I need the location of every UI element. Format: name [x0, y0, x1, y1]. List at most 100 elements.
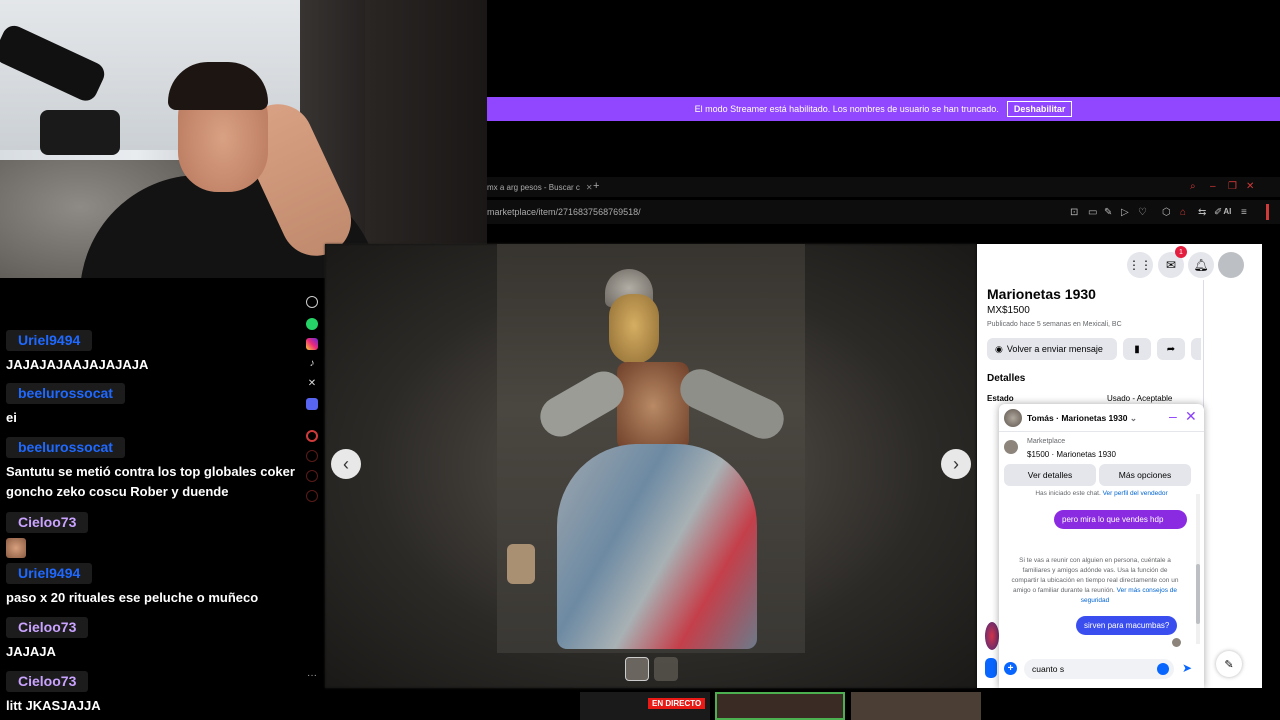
play-icon[interactable]: ▷ [1121, 207, 1129, 218]
chat-username[interactable]: Uriel9494 [6, 330, 93, 351]
chat-message: Cieloo73 JAJAJA [6, 617, 298, 662]
chat-text: JAJAJA [6, 644, 56, 659]
apps-grid-icon[interactable]: ⋮⋮ [1127, 252, 1153, 278]
chat-message: beelurossocat Santutu se metió contra lo… [6, 437, 298, 502]
heart-icon[interactable]: ♡ [1138, 207, 1147, 218]
chat-title[interactable]: Tomás · Marionetas 1930 ⌄ [1027, 413, 1137, 424]
resend-message-button[interactable]: ◉ Volver a enviar mensaje [987, 338, 1117, 360]
seller-profile-link[interactable]: Ver perfil del vendedor [1103, 490, 1168, 497]
save-button[interactable]: ▮ [1123, 338, 1151, 360]
sent-message-bubble: sirven para macumbas? [1076, 616, 1178, 635]
chat-message: Cieloo73 [6, 512, 298, 558]
chevron-right-icon[interactable]: › [941, 449, 971, 479]
chat-scrollbar[interactable] [1196, 494, 1200, 644]
photo-thumbnail[interactable] [654, 657, 678, 681]
share-icon: ➦ [1166, 343, 1176, 355]
condition-label: Estado [987, 394, 1014, 403]
view-details-button[interactable]: Ver detalles [1004, 464, 1096, 486]
ai-label: AI [1223, 207, 1232, 216]
url-field[interactable]: marketplace/item/2716837568769518/ [487, 207, 641, 217]
live-badge: EN DIRECTO [648, 698, 706, 709]
translate-icon[interactable]: ✎ [1104, 207, 1112, 218]
webcam-door [365, 0, 487, 278]
chat-username[interactable]: Cieloo73 [6, 512, 89, 533]
notifications-icon[interactable]: 🔔︎ [1188, 252, 1214, 278]
listing-thumbnail [1004, 440, 1018, 454]
whatsapp-icon[interactable] [306, 318, 318, 330]
chat-username[interactable]: Cieloo73 [6, 671, 89, 692]
downloads-icon[interactable] [306, 470, 318, 482]
chat-header[interactable]: Tomás · Marionetas 1930 ⌄ – ✕ [999, 404, 1204, 432]
ai-button[interactable]: ✐ AI [1214, 207, 1231, 218]
more-icon[interactable]: ··· [306, 671, 318, 684]
tiktok-icon[interactable]: ♪ [306, 358, 318, 370]
adblock-icon[interactable]: ⌂ [1180, 207, 1186, 218]
tab-bar [487, 177, 1280, 197]
history-icon[interactable] [306, 450, 318, 462]
preview-thumbnail[interactable] [715, 692, 845, 720]
wallet-icon[interactable]: ⇆ [1198, 207, 1206, 218]
disable-streamer-mode-button[interactable]: Deshabilitar [1006, 101, 1073, 117]
sent-message-bubble: pero mira lo que vendes hdp [1054, 510, 1187, 529]
chat-username[interactable]: beelurossocat [6, 437, 125, 458]
x-icon[interactable]: ✕ [306, 378, 318, 390]
send-icon[interactable]: ➤ [1182, 661, 1192, 675]
plus-icon[interactable]: + [1004, 662, 1017, 675]
chat-text: JAJAJAJAAJAJAJAJA [6, 357, 149, 372]
photo-thumbnail[interactable] [625, 657, 649, 681]
chat-username[interactable]: Cieloo73 [6, 617, 89, 638]
resend-message-label: Volver a enviar mensaje [1006, 344, 1103, 354]
chat-username[interactable]: beelurossocat [6, 383, 125, 404]
message-seller-button[interactable] [985, 658, 997, 678]
browser-tab[interactable]: mx a arg pesos - Buscar c ✕ [487, 180, 593, 195]
condition-value: Usado - Aceptable [1107, 394, 1173, 403]
scrollbar-thumb[interactable] [1196, 564, 1200, 624]
preview-thumbnail[interactable] [851, 692, 981, 720]
share-button[interactable]: ➦ [1157, 338, 1185, 360]
chat-username[interactable]: Uriel9494 [6, 563, 93, 584]
emote-icon [6, 538, 26, 558]
safety-warning: Si te vas a reunir con alguien en person… [1009, 556, 1181, 606]
more-options-button[interactable] [1191, 338, 1201, 360]
chat-started-text: Has iniciado este chat. [1035, 490, 1101, 497]
messenger-badge: 1 [1175, 246, 1187, 258]
ai-icon: ✐ [1214, 207, 1223, 218]
sidebar-indicator [1266, 204, 1269, 220]
extension-icon[interactable]: ⬡ [1162, 207, 1171, 218]
chat-message: Cieloo73 litt JKASJAJJA [6, 671, 298, 716]
seller-avatar[interactable] [985, 622, 999, 650]
screenshot-icon[interactable]: ▭ [1088, 207, 1097, 218]
puppet-bodice [617, 362, 689, 450]
chevron-left-icon[interactable]: ‹ [331, 449, 361, 479]
instagram-icon[interactable] [306, 338, 318, 350]
details-heading: Detalles [987, 373, 1026, 384]
tab-close-icon[interactable]: ✕ [586, 183, 593, 192]
maximize-icon[interactable]: ❐ [1228, 181, 1237, 192]
avatar[interactable] [1218, 252, 1244, 278]
puppet-face [609, 294, 659, 364]
chat-text: Santutu se metió contra los top globales… [6, 464, 295, 499]
minimize-icon[interactable]: – [1169, 408, 1177, 424]
emoji-icon[interactable] [1157, 663, 1169, 675]
menu-icon[interactable]: ≡ [1241, 207, 1247, 218]
chat-text: paso x 20 rituales ese peluche o muñeco [6, 590, 259, 605]
message-input[interactable] [1024, 659, 1174, 679]
bookmark-icon[interactable]: ⊡ [1070, 207, 1078, 218]
chat-title-text: Tomás · Marionetas 1930 [1027, 413, 1128, 423]
record-icon[interactable] [306, 430, 318, 442]
bookmark-icon: ▮ [1134, 343, 1140, 355]
more-options-button[interactable]: Más opciones [1099, 464, 1191, 486]
puppet-right-sleeve [673, 362, 791, 446]
messenger-icon: ◉ [995, 343, 1003, 354]
openai-icon[interactable] [306, 296, 318, 308]
new-tab-icon[interactable]: + [593, 180, 599, 192]
messenger-chat-window: Tomás · Marionetas 1930 ⌄ – ✕ Marketplac… [999, 404, 1204, 688]
puppet-skirt [557, 444, 757, 649]
new-message-icon[interactable]: ✎ [1216, 651, 1242, 677]
minimize-icon[interactable]: – [1210, 181, 1216, 192]
window-close-icon[interactable]: ✕ [1246, 181, 1254, 192]
close-icon[interactable]: ✕ [1185, 408, 1197, 425]
discord-icon[interactable] [306, 398, 318, 410]
extensions-icon[interactable] [306, 490, 318, 502]
search-icon[interactable]: ⌕ [1190, 181, 1196, 192]
